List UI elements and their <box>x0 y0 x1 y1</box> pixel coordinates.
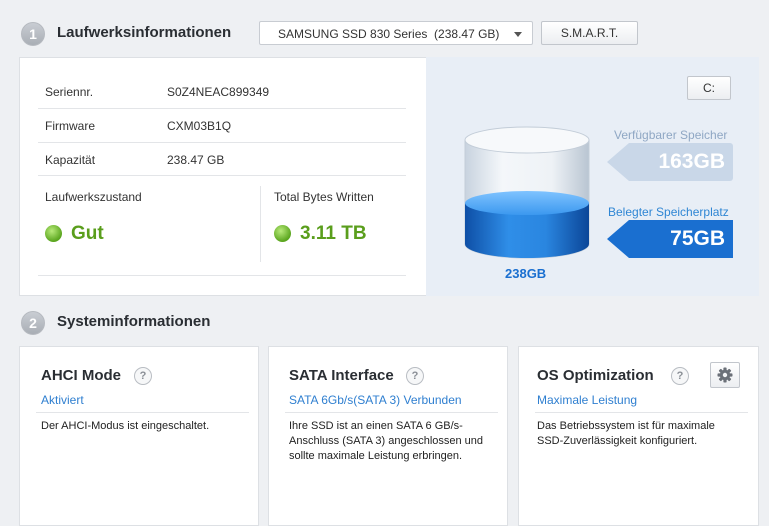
total-capacity-value: 238GB <box>505 266 547 281</box>
help-icon[interactable]: ? <box>134 367 152 385</box>
divider <box>38 175 406 176</box>
capacity-label: Kapazität <box>45 153 96 167</box>
os-card-status: Maximale Leistung <box>537 393 638 407</box>
section-number-1: 1 <box>21 22 45 46</box>
sata-card-text: Ihre SSD ist an einen SATA 6 GB/s-Anschl… <box>289 420 484 462</box>
divider <box>535 412 748 413</box>
os-card-text: Das Betriebssystem ist für maximale SSD-… <box>537 420 715 447</box>
divider <box>38 142 406 143</box>
sata-card-status: SATA 6Gb/s(SATA 3) Verbunden <box>289 393 462 407</box>
tbw-status-icon <box>274 225 291 242</box>
drive-select-dropdown[interactable]: SAMSUNG SSD 830 Series (238.47 GB) <box>259 21 533 45</box>
drive-letter-button[interactable]: C: <box>687 76 731 100</box>
divider <box>36 412 249 413</box>
serial-value: S0Z4NEAC899349 <box>167 85 270 99</box>
firmware-value: CXM03B1Q <box>167 119 232 133</box>
divider <box>38 275 406 276</box>
drive-select-value: SAMSUNG SSD 830 Series (238.47 GB) <box>278 27 500 41</box>
firmware-label: Firmware <box>45 119 95 133</box>
tbw-value: 3.11 TB <box>300 223 367 244</box>
used-space-value: 75GB <box>607 220 733 258</box>
used-space-label: Belegter Speicherplatz <box>608 205 729 219</box>
divider <box>285 412 498 413</box>
ahci-card-status: Aktiviert <box>41 393 84 407</box>
drive-section-title: Laufwerksinformationen <box>57 24 232 41</box>
gear-icon <box>717 367 733 383</box>
capacity-value: 238.47 GB <box>167 153 225 167</box>
section-number-2: 2 <box>21 311 45 335</box>
system-section-title: Systeminformationen <box>57 313 211 330</box>
settings-button[interactable] <box>710 362 740 388</box>
free-space-label: Verfügbarer Speicher <box>614 128 728 142</box>
help-icon[interactable]: ? <box>406 367 424 385</box>
serial-label: Seriennr. <box>45 85 94 99</box>
divider <box>260 186 261 262</box>
chevron-down-icon <box>514 32 522 37</box>
help-icon[interactable]: ? <box>671 367 689 385</box>
health-status-icon <box>45 225 62 242</box>
os-card-title: OS Optimization <box>537 367 654 384</box>
divider <box>38 108 406 109</box>
tbw-label: Total Bytes Written <box>274 190 374 204</box>
sata-card-title: SATA Interface <box>289 367 394 384</box>
smart-button[interactable]: S.M.A.R.T. <box>541 21 638 45</box>
health-label: Laufwerkszustand <box>45 190 142 204</box>
ahci-card-title: AHCI Mode <box>41 367 121 384</box>
free-space-value: 163GB <box>607 143 733 181</box>
ahci-card-text: Der AHCI-Modus ist eingeschaltet. <box>41 420 210 432</box>
storage-cylinder-icon <box>464 126 590 259</box>
health-value: Gut <box>71 223 104 244</box>
